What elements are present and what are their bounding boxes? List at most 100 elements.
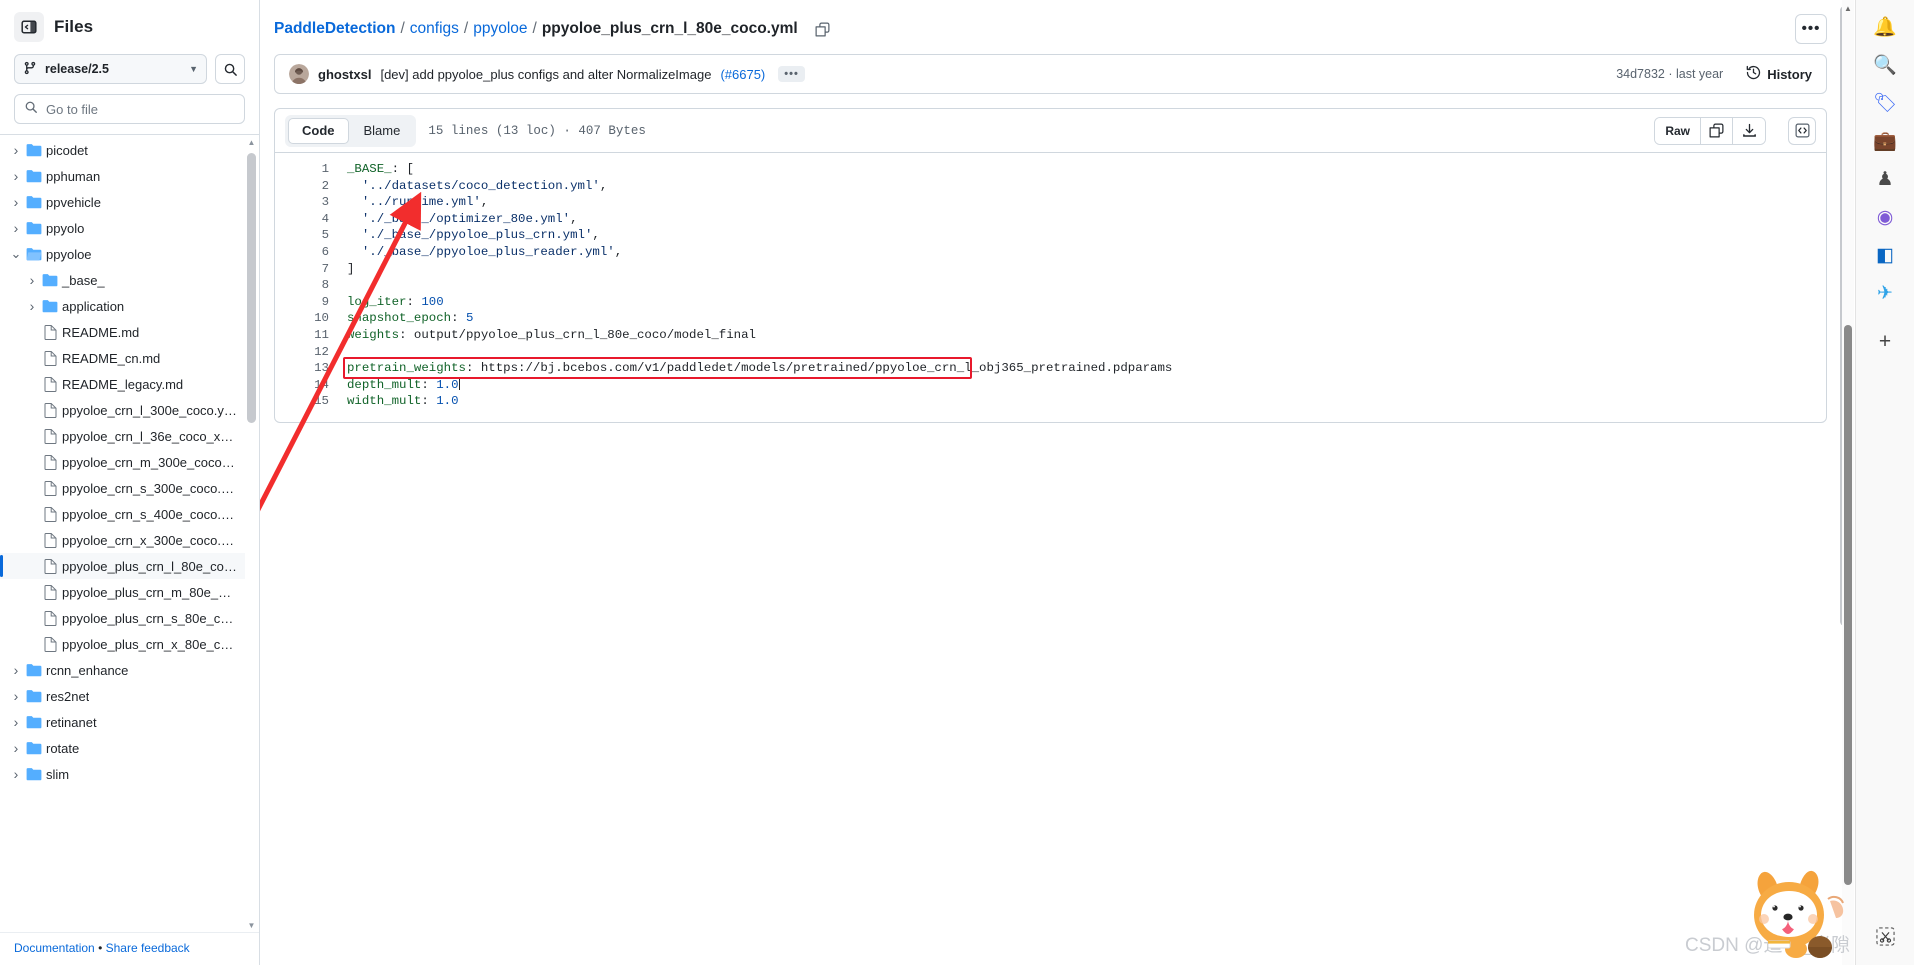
copy-icon[interactable] [1701,117,1733,144]
history-button[interactable]: History [1746,65,1812,83]
chevron-right-icon[interactable]: › [24,272,40,288]
chevron-right-icon[interactable]: › [8,194,24,210]
sidebar-scroll-thumb[interactable] [247,153,256,423]
tree-file-row[interactable]: ppyoloe_plus_crn_m_80e_coco… [0,579,245,605]
commit-pr-link[interactable]: (#6675) [720,67,765,82]
line-number[interactable]: 10 [275,310,347,327]
code-content[interactable]: 1 _BASE_: [2 '../datasets/coco_detection.… [275,153,1826,422]
code-line[interactable]: 13 pretrain_weights: https://bj.bcebos.co… [275,360,1826,377]
add-sidebar-app-button[interactable]: + [1865,323,1905,361]
commit-expand-button[interactable]: ••• [778,66,805,82]
tree-file-row[interactable]: ppyoloe_crn_l_36e_coco_xpu.y… [0,423,245,449]
window-scroll-thumb[interactable] [1844,325,1852,885]
code-brackets-icon[interactable] [1788,116,1816,145]
code-line[interactable]: 3 '../runtime.yml', [275,194,1826,211]
tree-file-row[interactable]: ppyoloe_crn_s_300e_coco.yml [0,475,245,501]
avatar[interactable] [289,64,309,84]
breadcrumb-configs[interactable]: configs [410,20,459,38]
tree-folder-row[interactable]: › slim [0,761,245,787]
chevron-right-icon[interactable]: › [8,740,24,756]
sidebar-scrollbar[interactable]: ▲ ▼ [247,135,256,932]
line-number[interactable]: 4 [275,211,347,228]
branch-selector[interactable]: release/2.5 ▼ [14,54,207,84]
tree-file-row[interactable]: ppyoloe_crn_x_300e_coco.yml [0,527,245,553]
tools-briefcase-icon[interactable]: 💼 [1865,122,1905,160]
download-icon[interactable] [1733,117,1765,144]
tree-folder-row[interactable]: › retinanet [0,709,245,735]
line-number[interactable]: 12 [275,344,347,361]
breadcrumb-ppyoloe[interactable]: ppyoloe [473,20,527,38]
tree-folder-row[interactable]: › ppvehicle [0,189,245,215]
code-line[interactable]: 8 [275,277,1826,294]
chevron-right-icon[interactable]: › [8,220,24,236]
chevron-right-icon[interactable]: › [8,168,24,184]
line-number[interactable]: 2 [275,178,347,195]
chevron-right-icon[interactable]: › [8,662,24,678]
tab-blame[interactable]: Blame [351,118,414,144]
tree-folder-row[interactable]: › picodet [0,137,245,163]
tree-file-row[interactable]: ppyoloe_crn_s_400e_coco.yml [0,501,245,527]
tree-folder-row[interactable]: › pphuman [0,163,245,189]
commit-author[interactable]: ghostxsl [318,67,371,82]
code-line[interactable]: 11 weights: output/ppyoloe_plus_crn_l_80e… [275,327,1826,344]
chevron-right-icon[interactable]: › [8,142,24,158]
commit-message[interactable]: [dev] add ppyoloe_plus configs and alter… [380,67,711,82]
chevron-right-icon[interactable]: › [8,766,24,782]
code-line[interactable]: 10 snapshot_epoch: 5 [275,310,1826,327]
code-line[interactable]: 1 _BASE_: [ [275,161,1826,178]
line-number[interactable]: 6 [275,244,347,261]
raw-button[interactable]: Raw [1655,117,1701,144]
documentation-link[interactable]: Documentation [14,941,95,955]
code-line[interactable]: 15 width_mult: 1.0 [275,393,1826,410]
games-chess-icon[interactable]: ♟ [1865,160,1905,198]
tree-folder-row[interactable]: › application [0,293,245,319]
line-number[interactable]: 7 [275,261,347,278]
tree-file-row[interactable]: ppyoloe_crn_m_300e_coco.yml [0,449,245,475]
shopping-tag-icon[interactable]: 🏷 [1865,84,1905,122]
line-number[interactable]: 11 [275,327,347,344]
telegram-plane-icon[interactable]: ✈ [1865,274,1905,312]
tree-file-row[interactable]: README_legacy.md [0,371,245,397]
tree-file-row[interactable]: ppyoloe_plus_crn_s_80e_coco.… [0,605,245,631]
line-number[interactable]: 3 [275,194,347,211]
tree-file-row[interactable]: ppyoloe_plus_crn_l_80e_coco.y… [0,553,245,579]
code-line[interactable]: 6 './_base_/ppyoloe_plus_reader.yml', [275,244,1826,261]
tree-file-row[interactable]: README_cn.md [0,345,245,371]
chevron-down-icon[interactable]: ⌄ [8,246,24,262]
line-number[interactable]: 15 [275,393,347,410]
go-to-file-input[interactable] [46,101,235,117]
tree-folder-row[interactable]: › rcnn_enhance [0,657,245,683]
search-icon[interactable]: 🔍 [1865,46,1905,84]
code-line[interactable]: 12 [275,344,1826,361]
sidebar-search-button[interactable] [215,54,245,84]
sidebar-collapse-icon[interactable] [14,12,44,42]
tree-file-row[interactable]: ppyoloe_plus_crn_x_80e_coco.… [0,631,245,657]
line-number[interactable]: 9 [275,294,347,311]
tree-folder-row[interactable]: › ppyolo [0,215,245,241]
tree-file-row[interactable]: ppyoloe_crn_l_300e_coco.yml [0,397,245,423]
copy-path-icon[interactable] [810,16,836,42]
line-number[interactable]: 5 [275,227,347,244]
tree-folder-row[interactable]: › rotate [0,735,245,761]
copilot-bell-icon[interactable]: 🔔 [1865,8,1905,46]
tab-code[interactable]: Code [288,117,349,144]
outlook-icon[interactable]: ◧ [1865,236,1905,274]
screenshot-snip-icon[interactable] [1865,917,1905,955]
chevron-right-icon[interactable]: › [8,688,24,704]
code-line[interactable]: 2 '../datasets/coco_detection.yml', [275,178,1826,195]
code-line[interactable]: 7] [275,261,1826,278]
line-number[interactable]: 8 [275,277,347,294]
breadcrumb-repo[interactable]: PaddleDetection [274,20,395,38]
code-line[interactable]: 5 './_base_/ppyoloe_plus_crn.yml', [275,227,1826,244]
line-number[interactable]: 1 [275,161,347,178]
window-scroll-up-arrow[interactable]: ▲ [1842,0,1854,16]
scroll-up-arrow[interactable]: ▲ [247,135,256,149]
tree-file-row[interactable]: README.md [0,319,245,345]
tree-folder-row[interactable]: ⌄ ppyoloe [0,241,245,267]
microsoft-365-icon[interactable]: ◉ [1865,198,1905,236]
go-to-file-box[interactable] [14,94,245,124]
scroll-down-arrow[interactable]: ▼ [247,918,256,932]
chevron-right-icon[interactable]: › [8,714,24,730]
tree-folder-row[interactable]: › res2net [0,683,245,709]
window-scrollbar[interactable]: ▲ [1842,0,1854,965]
